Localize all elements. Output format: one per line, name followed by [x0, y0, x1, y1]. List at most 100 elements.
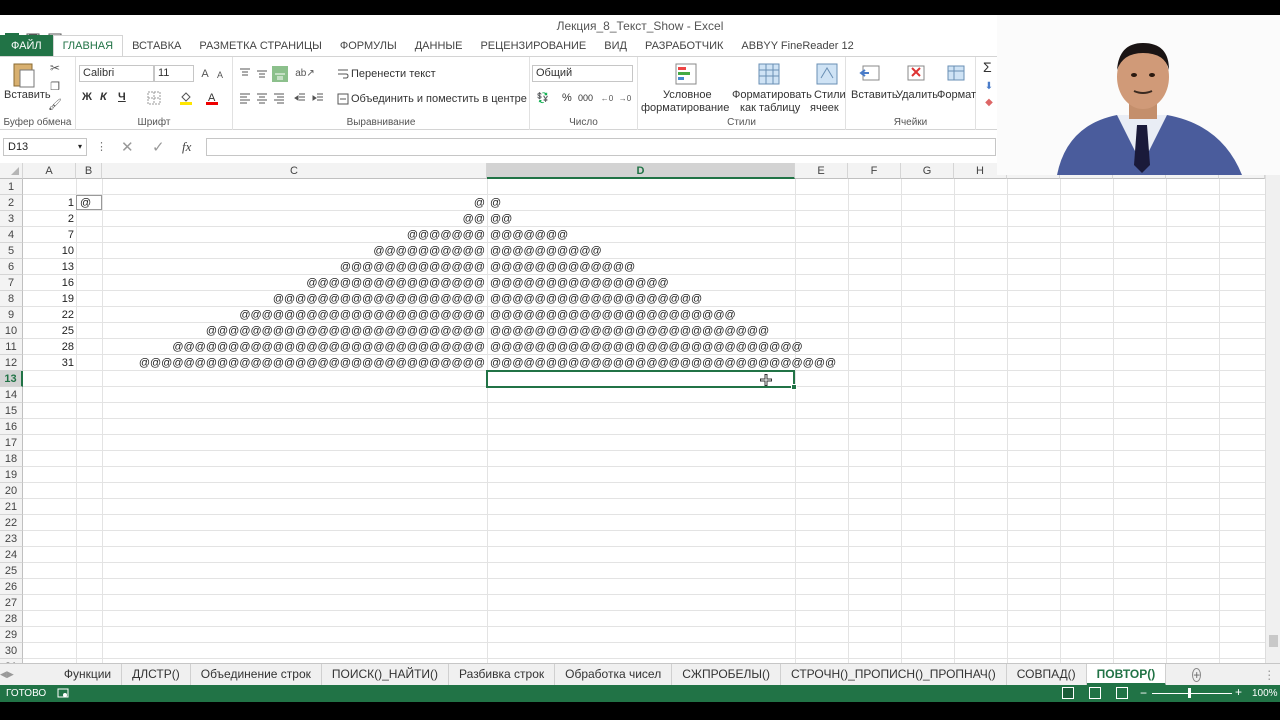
cell-b13[interactable] — [76, 371, 102, 387]
cell-a24[interactable] — [23, 547, 76, 563]
cell-a18[interactable] — [23, 451, 76, 467]
cell-b5[interactable] — [76, 243, 102, 259]
merge-center-icon[interactable] — [336, 92, 350, 106]
cell-b12[interactable] — [76, 355, 102, 371]
cell-c18[interactable] — [102, 451, 487, 467]
scroll-sheets-left-icon[interactable]: ◀ — [0, 669, 7, 680]
cell-a1[interactable] — [23, 179, 76, 195]
cell-c3[interactable]: @@ — [102, 211, 487, 227]
row-header-17[interactable]: 17 — [0, 435, 23, 451]
cell-d3[interactable]: @@ — [487, 211, 512, 227]
currency-format-icon[interactable]: 💱 — [534, 90, 552, 106]
bold-button[interactable]: Ж — [82, 91, 92, 103]
cell-a10[interactable]: 25 — [23, 323, 76, 339]
cell-b18[interactable] — [76, 451, 102, 467]
cell-d8[interactable]: @@@@@@@@@@@@@@@@@@@ — [487, 291, 702, 307]
paste-icon[interactable] — [10, 61, 38, 89]
cell-a17[interactable] — [23, 435, 76, 451]
cell-a8[interactable]: 19 — [23, 291, 76, 307]
cell-c6[interactable]: @@@@@@@@@@@@@ — [102, 259, 487, 275]
cell-c2[interactable]: @ — [102, 195, 487, 211]
cell-d27[interactable] — [487, 595, 490, 611]
row-header-23[interactable]: 23 — [0, 531, 23, 547]
cell-b7[interactable] — [76, 275, 102, 291]
cell-d29[interactable] — [487, 627, 490, 643]
cell-a26[interactable] — [23, 579, 76, 595]
row-header-1[interactable]: 1 — [0, 179, 23, 195]
row-header-3[interactable]: 3 — [0, 211, 23, 227]
cancel-entry-icon[interactable]: ✕ — [121, 138, 134, 156]
percent-button[interactable]: % — [562, 92, 572, 104]
tab-review[interactable]: РЕЦЕНЗИРОВАНИЕ — [471, 35, 595, 56]
cell-b10[interactable] — [76, 323, 102, 339]
zoom-slider-thumb[interactable] — [1188, 688, 1191, 698]
tab-formulas[interactable]: ФОРМУЛЫ — [331, 35, 406, 56]
paste-button[interactable]: Вставить — [4, 89, 51, 101]
macro-record-icon[interactable] — [57, 687, 69, 702]
fill-handle[interactable] — [791, 384, 797, 390]
vertical-scroll-thumb[interactable] — [1269, 635, 1278, 647]
cell-a14[interactable] — [23, 387, 76, 403]
cell-c20[interactable] — [102, 483, 487, 499]
cell-a16[interactable] — [23, 419, 76, 435]
cell-d11[interactable]: @@@@@@@@@@@@@@@@@@@@@@@@@@@@ — [487, 339, 803, 355]
zoom-out-icon[interactable]: − — [1140, 686, 1147, 700]
sheet-tab-number-processing[interactable]: Обработка чисел — [555, 663, 673, 686]
cell-d15[interactable] — [487, 403, 490, 419]
borders-icon[interactable] — [146, 90, 162, 106]
delete-cells-button[interactable]: Удалить — [896, 89, 938, 101]
cell-c27[interactable] — [102, 595, 487, 611]
cell-styles-label-2[interactable]: ячеек — [810, 102, 839, 114]
row-header-18[interactable]: 18 — [0, 451, 23, 467]
cell-b30[interactable] — [76, 643, 102, 659]
cut-icon[interactable]: ✂ — [47, 60, 63, 76]
cell-c21[interactable] — [102, 499, 487, 515]
sheet-tab-search-find[interactable]: ПОИСК()_НАЙТИ() — [322, 663, 450, 686]
format-cells-icon[interactable] — [943, 61, 967, 85]
row-header-13[interactable]: 13 — [0, 371, 23, 387]
sheet-tab-dlstr[interactable]: ДЛСТР() — [122, 663, 191, 686]
new-sheet-icon[interactable]: + — [1192, 667, 1202, 682]
row-header-8[interactable]: 8 — [0, 291, 23, 307]
tab-abbyy[interactable]: ABBYY FineReader 12 — [732, 35, 862, 56]
cell-c5[interactable]: @@@@@@@@@@ — [102, 243, 487, 259]
cell-d7[interactable]: @@@@@@@@@@@@@@@@ — [487, 275, 669, 291]
format-as-table-label-1[interactable]: Форматировать — [732, 89, 812, 101]
cell-b6[interactable] — [76, 259, 102, 275]
page-break-view-icon[interactable] — [1116, 687, 1128, 699]
number-format-select[interactable]: Общий — [532, 65, 633, 82]
cell-b14[interactable] — [76, 387, 102, 403]
increase-indent-icon[interactable] — [311, 91, 325, 105]
cell-b8[interactable] — [76, 291, 102, 307]
row-header-10[interactable]: 10 — [0, 323, 23, 339]
cell-styles-icon[interactable] — [814, 61, 840, 87]
format-cells-button[interactable]: Формат — [937, 89, 976, 101]
cell-b24[interactable] — [76, 547, 102, 563]
cell-d19[interactable] — [487, 467, 490, 483]
row-header-22[interactable]: 22 — [0, 515, 23, 531]
normal-view-icon[interactable] — [1062, 687, 1074, 699]
cell-b20[interactable] — [76, 483, 102, 499]
tab-split-grip-icon[interactable]: ⋮ — [1263, 668, 1275, 682]
cell-a9[interactable]: 22 — [23, 307, 76, 323]
select-all-corner[interactable] — [0, 163, 23, 179]
align-center-icon[interactable] — [255, 91, 269, 105]
cell-c28[interactable] — [102, 611, 487, 627]
font-size-select[interactable]: 11 — [154, 65, 194, 82]
cell-a2[interactable]: 1 — [23, 195, 76, 211]
cell-d4[interactable]: @@@@@@@ — [487, 227, 568, 243]
cell-c26[interactable] — [102, 579, 487, 595]
fill-color-icon[interactable] — [178, 90, 194, 106]
cell-a23[interactable] — [23, 531, 76, 547]
cell-a28[interactable] — [23, 611, 76, 627]
row-header-11[interactable]: 11 — [0, 339, 23, 355]
insert-function-icon[interactable]: fx — [182, 139, 191, 155]
cell-a3[interactable]: 2 — [23, 211, 76, 227]
cell-b27[interactable] — [76, 595, 102, 611]
cell-c15[interactable] — [102, 403, 487, 419]
cell-a27[interactable] — [23, 595, 76, 611]
row-header-19[interactable]: 19 — [0, 467, 23, 483]
name-box[interactable]: D13 ▾ — [3, 138, 87, 156]
cell-b26[interactable] — [76, 579, 102, 595]
cell-b3[interactable] — [76, 211, 102, 227]
